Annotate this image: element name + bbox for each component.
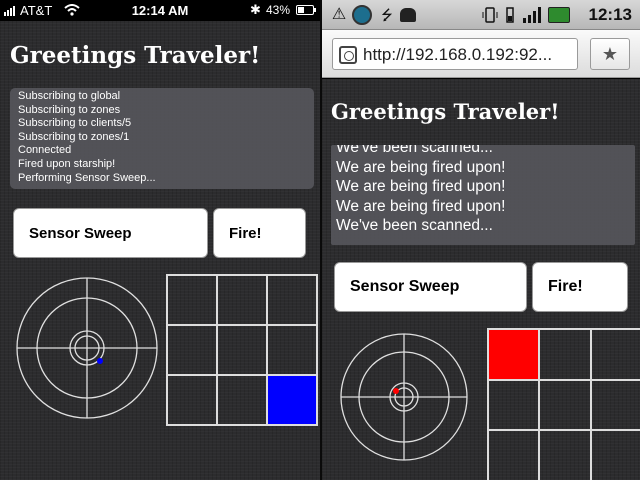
ios-status-bar: AT&T 12:14 AM ✱ 43%: [0, 0, 320, 21]
wifi-icon: [506, 7, 514, 23]
android-screen: ⚠ ⭍ 12:13 http://192.168.0.192:92... ★ G…: [322, 0, 640, 480]
page-title: Greetings Traveler!: [331, 99, 560, 124]
bookmark-button[interactable]: ★: [590, 38, 630, 70]
log-line: Subscribing to zones/1: [18, 130, 130, 143]
sensor-sweep-button[interactable]: Sensor Sweep: [334, 262, 527, 312]
log-line: We are being fired upon!: [336, 158, 506, 176]
sector-grid[interactable]: [487, 328, 640, 480]
signal-icon: [523, 7, 541, 23]
grid-cell[interactable]: [539, 329, 591, 380]
log-line: We are being fired upon!: [336, 178, 506, 195]
grid-cell[interactable]: [539, 379, 591, 431]
sensor-sweep-button[interactable]: Sensor Sweep: [13, 208, 208, 258]
browser-toolbar: http://192.168.0.192:92... ★: [322, 30, 640, 78]
log-line: Subscribing to clients/5: [18, 117, 132, 130]
grid-cell[interactable]: [539, 430, 591, 480]
app-background: Greetings Traveler! We've been scanned..…: [322, 79, 640, 480]
status-time: 12:13: [588, 5, 632, 24]
warning-icon: ⚠: [331, 6, 347, 23]
grid-cell[interactable]: [590, 329, 640, 380]
log-line: Connected: [18, 144, 72, 157]
grid-cell[interactable]: [590, 379, 640, 431]
grid-cell[interactable]: [488, 379, 540, 431]
site-icon: [339, 46, 357, 64]
grid-cell[interactable]: [590, 430, 640, 480]
grid-cell-occupied[interactable]: [488, 329, 540, 380]
grid-cell[interactable]: [267, 275, 317, 325]
vibrate-icon: [482, 7, 498, 23]
message-log: Subscribing to global Subscribing to zon…: [10, 88, 314, 189]
log-line: Subscribing to zones: [18, 103, 121, 116]
app-icon: [352, 5, 372, 25]
grid-cell[interactable]: [217, 275, 267, 325]
radar-scope: [340, 333, 468, 461]
message-log: We've been scanned... We are being fired…: [331, 145, 635, 245]
grid-cell[interactable]: [488, 430, 540, 480]
radar-blip: [393, 388, 399, 394]
log-line: We are being fired upon!: [336, 197, 506, 215]
url-field[interactable]: http://192.168.0.192:92...: [332, 38, 578, 70]
grid-cell[interactable]: [217, 375, 267, 425]
android-status-bar: ⚠ ⭍ 12:13: [322, 0, 640, 30]
grid-cell[interactable]: [167, 325, 217, 375]
log-line: We've been scanned...: [336, 217, 493, 234]
fire-button[interactable]: Fire!: [213, 208, 306, 258]
app-background: Greetings Traveler! Subscribing to globa…: [0, 21, 320, 480]
grid-cell[interactable]: [167, 275, 217, 325]
log-line: Subscribing to global: [18, 90, 121, 102]
fire-button[interactable]: Fire!: [532, 262, 628, 312]
bluetooth-icon: ✱: [250, 2, 261, 17]
grid-cell[interactable]: [167, 375, 217, 425]
grid-cell[interactable]: [217, 325, 267, 375]
grid-cell[interactable]: [267, 325, 317, 375]
usb-icon: ⭍: [381, 7, 393, 23]
sector-grid[interactable]: [166, 274, 318, 426]
log-line: We've been scanned...: [336, 145, 493, 156]
page-title: Greetings Traveler!: [10, 42, 261, 69]
battery-icon: [296, 5, 316, 15]
log-line: Performing Sensor Sweep...: [18, 171, 156, 184]
grid-cell-occupied[interactable]: [267, 375, 317, 425]
battery-icon: [548, 7, 570, 23]
android-icon: [400, 8, 416, 22]
log-line: Fired upon starship!: [18, 157, 116, 170]
battery-percent: 43%: [266, 3, 291, 17]
bookmark-star-icon: ★: [601, 44, 619, 64]
radar-blip: [97, 358, 103, 364]
radar-scope: [16, 277, 158, 419]
iphone-screen: AT&T 12:14 AM ✱ 43% Greetings Traveler! …: [0, 0, 320, 480]
url-text: http://192.168.0.192:92...: [363, 45, 553, 64]
